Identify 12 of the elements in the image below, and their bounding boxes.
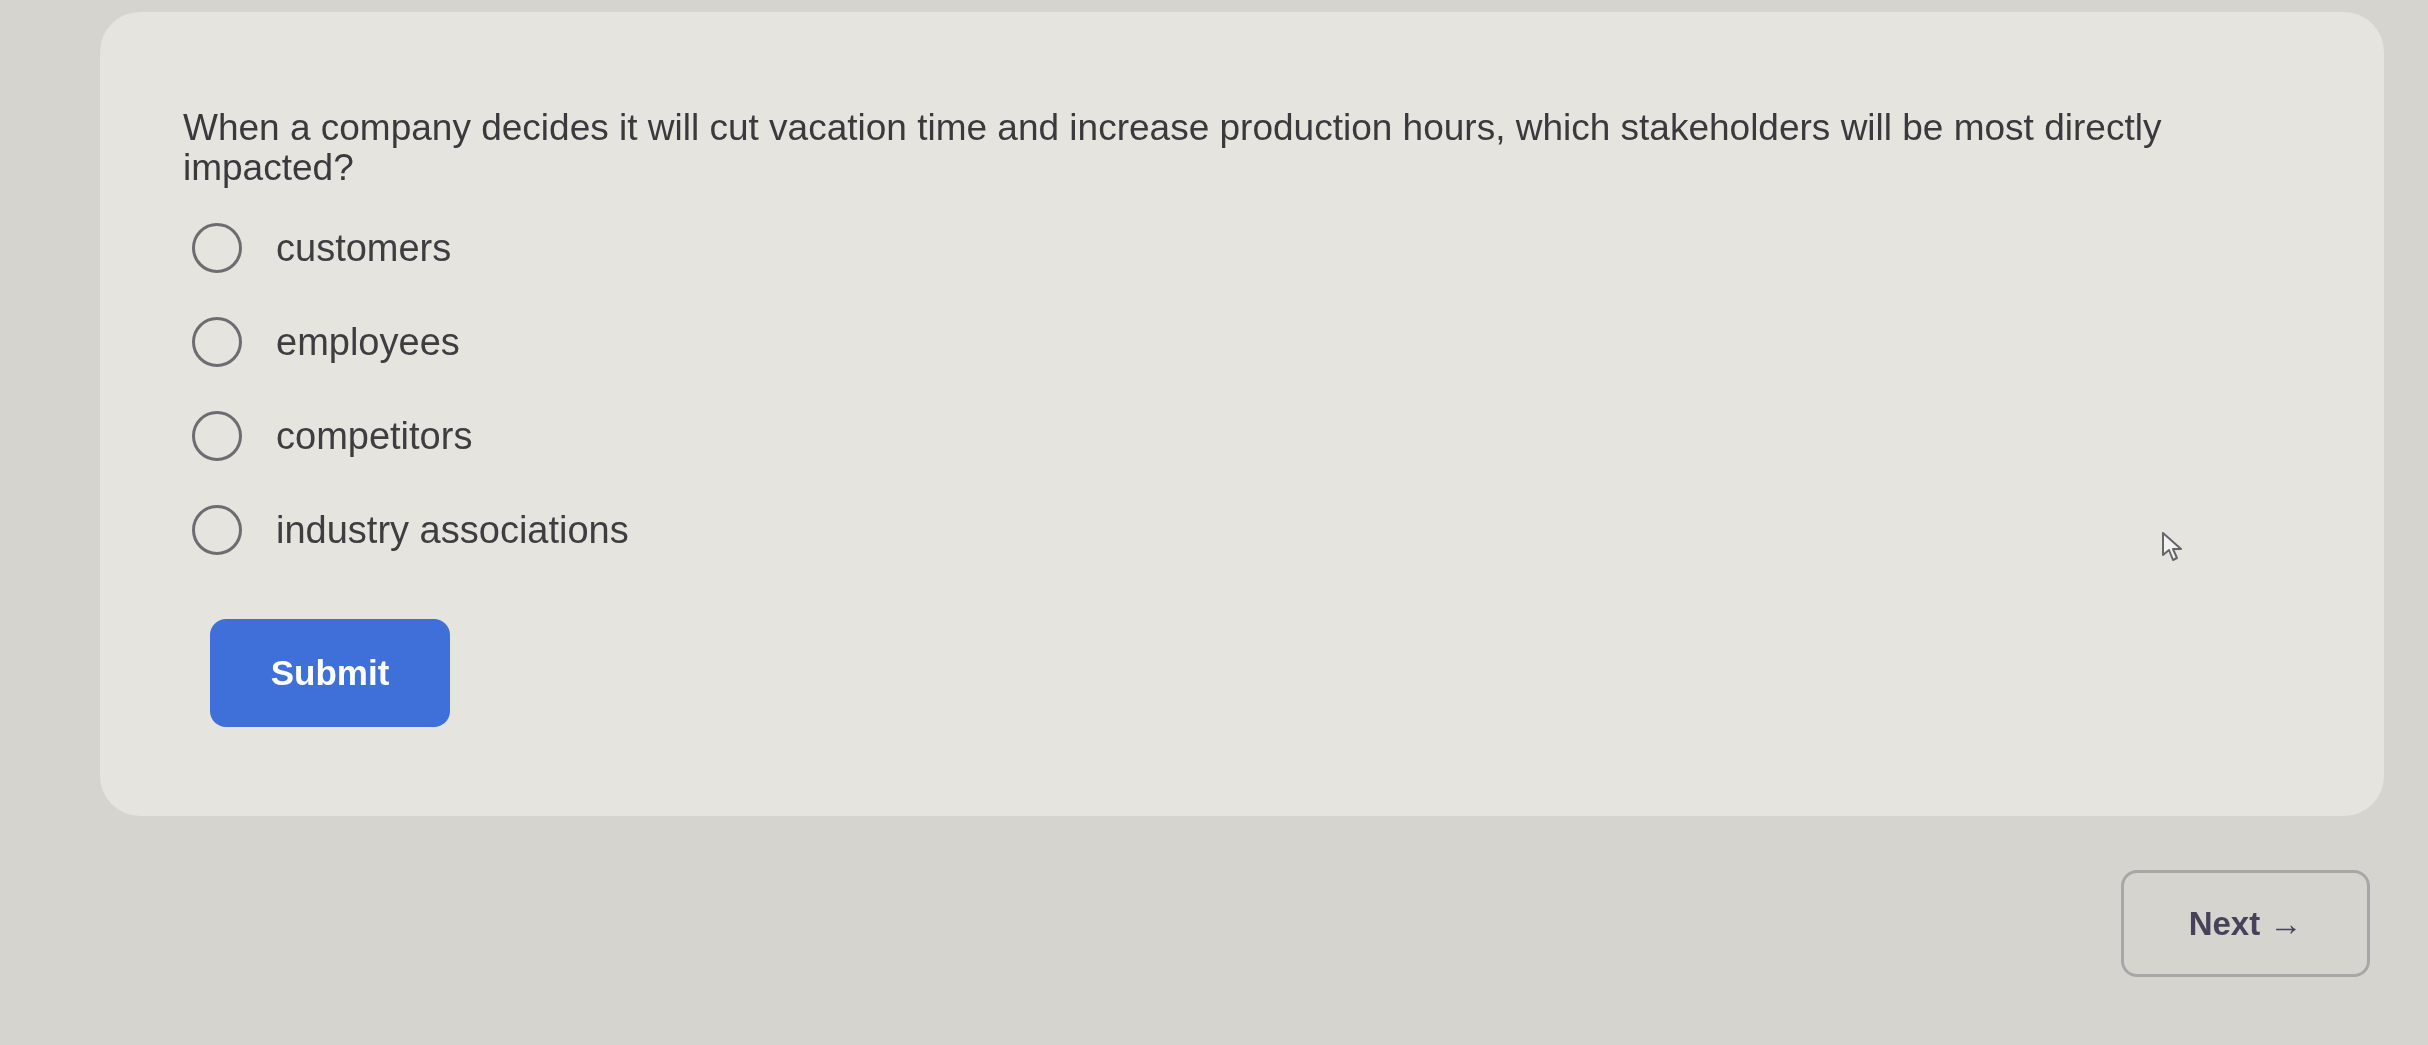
question-text: When a company decides it will cut vacation time and increase production hours, which stakeholders will be most directly impacted?: [183, 108, 2163, 188]
next-button[interactable]: Next →: [2121, 870, 2370, 977]
option-label[interactable]: employees: [276, 320, 460, 364]
option-label[interactable]: customers: [276, 226, 452, 270]
radio-button[interactable]: [192, 411, 242, 461]
radio-button[interactable]: [192, 505, 242, 555]
option-label[interactable]: industry associations: [276, 508, 629, 552]
radio-button[interactable]: [192, 223, 242, 273]
mouse-pointer-icon: [2161, 531, 2185, 563]
submit-button[interactable]: Submit: [210, 619, 450, 727]
option-label[interactable]: competitors: [276, 414, 473, 458]
radio-button[interactable]: [192, 317, 242, 367]
